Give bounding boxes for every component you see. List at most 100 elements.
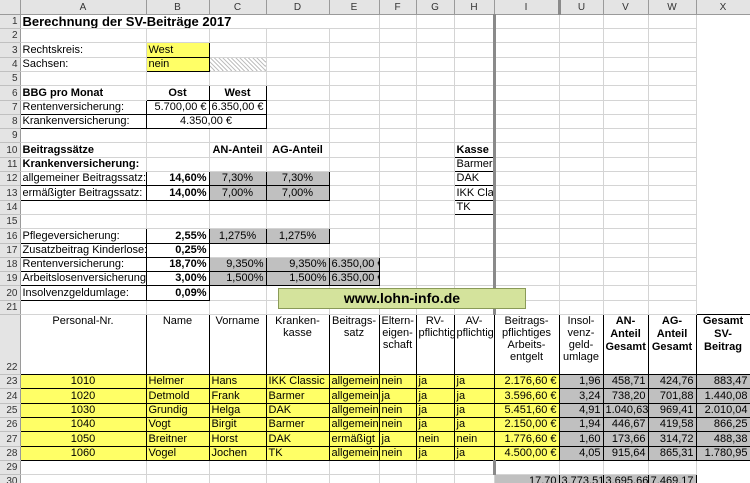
table-header[interactable]: RV-pflichtig (415, 314, 455, 376)
row-header[interactable]: 20 (0, 285, 21, 301)
cell[interactable] (379, 214, 417, 230)
cell[interactable] (416, 214, 455, 230)
cell[interactable] (146, 214, 210, 230)
cell[interactable] (559, 257, 604, 273)
col-header[interactable]: H (454, 0, 495, 15)
an-anteil-gesamt[interactable]: 1.040,63 (602, 402, 649, 418)
cell[interactable] (603, 171, 649, 187)
cell[interactable] (266, 128, 330, 144)
elterneigenschaft[interactable]: nein (378, 416, 417, 433)
cell[interactable] (329, 28, 380, 44)
rate-allg-label[interactable]: allgemeiner Beitragssatz: (19, 171, 147, 187)
cell[interactable] (492, 28, 560, 44)
cell[interactable] (146, 157, 210, 173)
cell[interactable] (559, 157, 604, 173)
cell[interactable] (648, 85, 697, 101)
bbg-heading[interactable]: BBG pro Monat (20, 85, 147, 101)
cell[interactable] (603, 200, 649, 215)
cell[interactable] (603, 28, 649, 44)
cell[interactable] (648, 71, 697, 87)
cell[interactable] (379, 42, 417, 58)
cell[interactable] (379, 142, 417, 158)
row-header[interactable]: 14 (0, 200, 21, 215)
av-pflichtig[interactable]: ja (453, 374, 495, 390)
beitragssatz[interactable]: allgemein (328, 445, 380, 461)
krankenkasse[interactable]: IKK Classic (265, 374, 330, 390)
krankenkasse[interactable]: DAK (265, 402, 330, 418)
an-anteil-gesamt[interactable]: 915,64 (602, 445, 649, 461)
table-header[interactable]: Insol-venz-geld-umlage (558, 314, 604, 376)
personal-nr[interactable]: 1050 (19, 431, 147, 447)
total-ag-anteil[interactable]: 3.695,66 (602, 474, 649, 483)
row-header[interactable]: 2 (0, 28, 21, 44)
rv-pflichtig[interactable]: ja (415, 402, 455, 418)
rate-erm-ag[interactable]: 7,00% (265, 185, 330, 201)
cell[interactable] (209, 28, 267, 44)
row-header[interactable]: 3 (0, 42, 21, 58)
cell[interactable] (603, 100, 649, 115)
name[interactable]: Helmer (145, 374, 210, 390)
beitragssatz[interactable]: ermäßigt (328, 431, 380, 447)
cell[interactable] (648, 57, 697, 72)
elterneigenschaft[interactable]: nein (378, 374, 417, 390)
website-banner[interactable]: www.lohn-info.de (278, 288, 526, 309)
table-header[interactable]: Eltern-eigen-schaft (378, 314, 417, 376)
cell[interactable] (416, 185, 455, 201)
cell[interactable] (559, 57, 604, 72)
cell[interactable] (209, 300, 267, 316)
cell[interactable] (379, 185, 417, 201)
ag-anteil-gesamt[interactable]: 419,58 (647, 416, 697, 433)
rate-pv-an[interactable]: 1,275% (208, 228, 267, 244)
cell[interactable] (603, 257, 649, 273)
kasse-item[interactable]: IKK Classic (453, 185, 495, 201)
row-header[interactable]: 21 (0, 300, 21, 316)
cell[interactable] (416, 100, 455, 115)
cell[interactable] (146, 128, 210, 144)
arbeitsentgelt[interactable]: 5.451,60 € (493, 402, 560, 418)
cell[interactable] (20, 460, 147, 476)
cell[interactable] (559, 185, 604, 201)
rate-rv-bbg[interactable]: 6.350,00 € (328, 256, 380, 273)
row-header[interactable]: 7 (0, 100, 21, 115)
rate-pv[interactable]: 2,55% (145, 228, 210, 244)
cell[interactable] (454, 114, 495, 130)
col-header[interactable]: D (266, 0, 330, 15)
cell[interactable] (648, 285, 697, 301)
cell[interactable] (648, 42, 697, 58)
bbg-rv-west[interactable]: 6.350,00 € (208, 99, 267, 115)
cell[interactable] (492, 271, 560, 287)
ag-anteil-gesamt[interactable]: 865,31 (647, 445, 697, 461)
cell[interactable] (603, 228, 649, 244)
cell[interactable] (416, 128, 455, 144)
cell[interactable] (648, 243, 697, 258)
cell[interactable] (266, 71, 330, 87)
rechtskreis-input[interactable]: West (145, 42, 210, 58)
rate-al-ag[interactable]: 1,500% (265, 271, 330, 287)
elterneigenschaft[interactable]: nein (378, 402, 417, 418)
rate-erm-label[interactable]: ermäßigter Beitragssatz: (19, 185, 147, 201)
krankenkasse[interactable]: Barmer (265, 416, 330, 433)
cell[interactable] (416, 257, 455, 273)
cell[interactable] (209, 200, 267, 215)
table-header[interactable]: Personal-Nr. (19, 314, 147, 376)
cell[interactable] (603, 114, 649, 130)
cell[interactable] (559, 14, 604, 30)
row-header[interactable]: 26 (0, 417, 21, 433)
elterneigenschaft[interactable]: ja (378, 388, 417, 404)
total-an-anteil[interactable]: 3.773,51 (558, 474, 604, 483)
rate-pv-label[interactable]: Pflegeversicherung: (19, 228, 147, 244)
bbg-kv-label[interactable]: Krankenversicherung: (19, 113, 147, 130)
cell[interactable] (492, 257, 560, 273)
ag-anteil-gesamt[interactable]: 424,76 (647, 374, 697, 390)
cell[interactable] (559, 300, 604, 316)
cell[interactable] (379, 28, 417, 44)
personal-nr[interactable]: 1060 (19, 445, 147, 461)
rates-heading[interactable]: Beitragssätze (20, 142, 147, 158)
cell[interactable] (603, 300, 649, 316)
cell[interactable] (329, 100, 380, 115)
elterneigenschaft[interactable]: nein (378, 445, 417, 461)
cell[interactable] (454, 214, 495, 230)
ag-anteil-header[interactable]: AG-Anteil (266, 142, 330, 158)
gesamt-sv-beitrag[interactable]: 488,38 (695, 431, 750, 447)
cell[interactable] (559, 243, 604, 258)
